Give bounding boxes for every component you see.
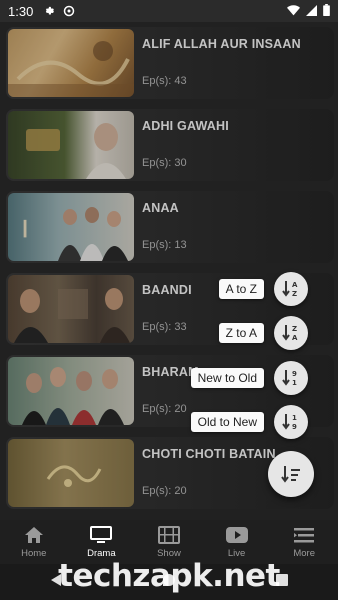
drama-row[interactable]: ا ANAA Ep(s): 13 bbox=[6, 191, 334, 263]
signal-icon bbox=[306, 4, 317, 19]
nav-show[interactable]: Show bbox=[135, 520, 203, 564]
svg-text:1: 1 bbox=[292, 379, 297, 387]
home-circle-icon[interactable] bbox=[162, 573, 176, 592]
drama-title: ANAA bbox=[142, 201, 179, 215]
sort-a-to-z-button[interactable]: A Z bbox=[274, 272, 308, 306]
svg-text:A: A bbox=[292, 334, 298, 342]
sort-old-to-new-button[interactable]: 1 9 bbox=[274, 405, 308, 439]
nav-live[interactable]: Live bbox=[203, 520, 271, 564]
drama-list[interactable]: ALIF ALLAH AUR INSAAN Ep(s): 43 ADHI GAW… bbox=[0, 22, 338, 520]
nav-more[interactable]: More bbox=[270, 520, 338, 564]
svg-text:A: A bbox=[292, 281, 298, 289]
nav-more-label: More bbox=[293, 548, 315, 559]
play-button-icon bbox=[225, 525, 248, 545]
nav-home-label: Home bbox=[21, 548, 47, 559]
drama-title: CHOTI CHOTI BATAIN bbox=[142, 447, 276, 461]
svg-text:9: 9 bbox=[292, 370, 297, 378]
nav-drama[interactable]: Drama bbox=[68, 520, 136, 564]
drama-episodes: Ep(s): 30 bbox=[142, 157, 187, 169]
drama-title: ADHI GAWAHI bbox=[142, 119, 229, 133]
sort-1-to-9-icon: 1 9 bbox=[282, 414, 297, 431]
sync-icon bbox=[63, 5, 75, 17]
drama-thumbnail bbox=[8, 275, 134, 343]
sort-z-to-a-label[interactable]: Z to A bbox=[218, 323, 264, 343]
svg-text:9: 9 bbox=[292, 423, 297, 431]
drama-thumbnail: ا bbox=[8, 193, 134, 261]
drama-title: BAANDI bbox=[142, 283, 192, 297]
drama-row[interactable]: ADHI GAWAHI Ep(s): 30 bbox=[6, 109, 334, 181]
back-icon[interactable] bbox=[50, 573, 62, 592]
menu-list-icon bbox=[293, 525, 315, 545]
home-icon bbox=[24, 525, 44, 545]
tv-monitor-icon bbox=[90, 525, 113, 545]
system-navigation-bar bbox=[0, 564, 338, 600]
sort-a-to-z-icon: A Z bbox=[282, 281, 298, 298]
svg-text:Z: Z bbox=[292, 290, 297, 298]
nav-home[interactable]: Home bbox=[0, 520, 68, 564]
drama-thumbnail bbox=[8, 111, 134, 179]
drama-thumbnail bbox=[8, 29, 134, 97]
bottom-navigation: Home Drama Show Live More bbox=[0, 520, 338, 564]
svg-text:Z: Z bbox=[292, 325, 297, 333]
drama-title: ALIF ALLAH AUR INSAAN bbox=[142, 37, 301, 51]
wifi-icon bbox=[287, 4, 300, 19]
svg-text:1: 1 bbox=[292, 414, 297, 422]
settings-gear-icon bbox=[43, 5, 55, 17]
sort-new-to-old-label[interactable]: New to Old bbox=[190, 368, 264, 388]
film-strip-icon bbox=[157, 525, 180, 545]
drama-row[interactable]: ALIF ALLAH AUR INSAAN Ep(s): 43 bbox=[6, 27, 334, 99]
drama-thumbnail bbox=[8, 439, 134, 507]
nav-drama-label: Drama bbox=[87, 548, 116, 559]
status-time: 1:30 bbox=[8, 3, 34, 19]
sort-z-to-a-icon: Z A bbox=[282, 325, 298, 342]
drama-episodes: Ep(s): 20 bbox=[142, 403, 187, 415]
status-bar: 1:30 bbox=[0, 0, 338, 22]
recents-square-icon[interactable] bbox=[276, 573, 288, 591]
nav-live-label: Live bbox=[227, 548, 246, 559]
svg-text:ا: ا bbox=[22, 217, 28, 243]
drama-episodes: Ep(s): 13 bbox=[142, 239, 187, 251]
sort-old-to-new-label[interactable]: Old to New bbox=[190, 412, 264, 432]
nav-show-label: Show bbox=[157, 548, 181, 559]
battery-icon bbox=[323, 3, 330, 19]
sort-9-to-1-icon: 9 1 bbox=[282, 370, 297, 387]
drama-episodes: Ep(s): 33 bbox=[142, 321, 187, 333]
sort-new-to-old-button[interactable]: 9 1 bbox=[274, 361, 308, 395]
sort-a-to-z-label[interactable]: A to Z bbox=[218, 279, 264, 299]
sort-icon bbox=[281, 466, 300, 483]
drama-episodes: Ep(s): 43 bbox=[142, 75, 187, 87]
sort-menu-fab[interactable] bbox=[268, 451, 314, 497]
drama-episodes: Ep(s): 20 bbox=[142, 485, 187, 497]
sort-z-to-a-button[interactable]: Z A bbox=[274, 316, 308, 350]
drama-thumbnail bbox=[8, 357, 134, 425]
